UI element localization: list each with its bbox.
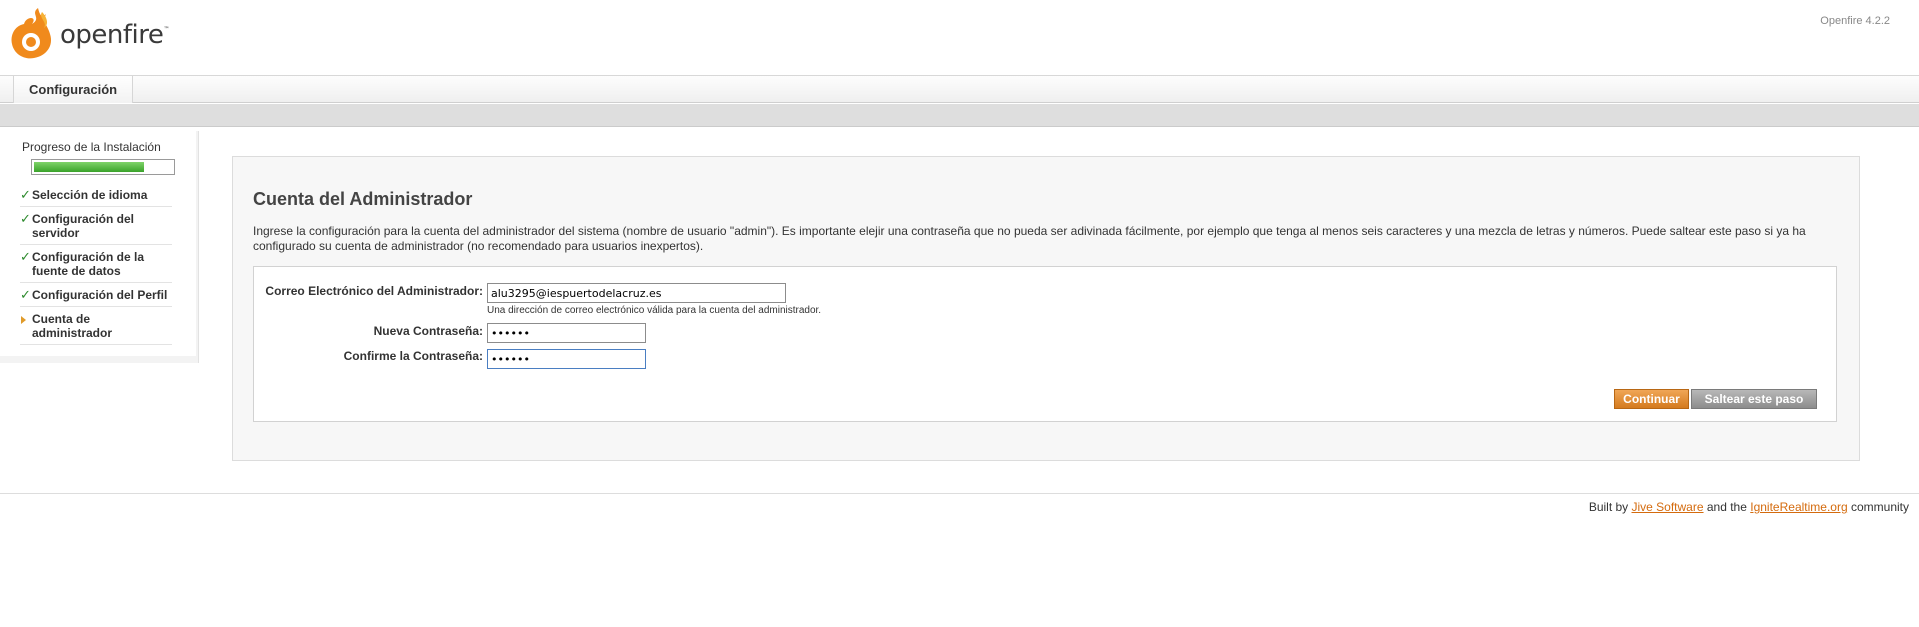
new-password-label: Nueva Contraseña: [373, 324, 483, 338]
check-icon: ✓ [20, 187, 31, 202]
step-admin-account: Cuenta de administrador [20, 307, 172, 345]
jive-software-link[interactable]: Jive Software [1632, 500, 1704, 514]
step-label: Configuración del Perfil [32, 288, 168, 302]
step-server: ✓ Configuración del servidor [20, 207, 172, 245]
openfire-flame-icon [11, 8, 52, 59]
step-profile: ✓ Configuración del Perfil [20, 283, 172, 307]
progress-title: Progreso de la Instalación [22, 140, 161, 154]
footer-suffix: community [1847, 500, 1909, 514]
check-icon: ✓ [20, 287, 31, 302]
version-label: Openfire 4.2.2 [1820, 15, 1890, 27]
check-icon: ✓ [20, 211, 31, 226]
check-icon: ✓ [20, 249, 31, 264]
footer-divider [0, 493, 1919, 494]
step-label: Configuración del servidor [32, 212, 134, 240]
sub-navigation-bar [0, 104, 1919, 127]
tab-configuracion[interactable]: Configuración [13, 76, 134, 103]
email-label: Correo Electrónico del Administrador: [265, 284, 483, 298]
sidebar-panel: Progreso de la Instalación ✓ Selección d… [0, 131, 196, 356]
current-step-arrow-icon [21, 316, 26, 324]
step-datasource: ✓ Configuración de la fuente de datos [20, 245, 172, 283]
page-title: Cuenta del Administrador [253, 189, 473, 209]
step-label: Selección de idioma [32, 188, 148, 202]
installation-steps: ✓ Selección de idioma ✓ Configuración de… [20, 183, 172, 345]
step-label: Cuenta de administrador [32, 312, 113, 340]
new-password-field[interactable] [487, 323, 646, 343]
step-label: Configuración de la fuente de datos [32, 250, 145, 278]
email-hint: Una dirección de correo electrónico váli… [487, 305, 822, 316]
progress-fill [34, 162, 145, 172]
confirm-password-field[interactable] [487, 349, 646, 369]
confirm-password-label: Confirme la Contraseña: [343, 349, 483, 363]
logo-text: openfire™ [60, 20, 169, 50]
step-language: ✓ Selección de idioma [20, 183, 172, 207]
footer: Built by Jive Software and the IgniteRea… [1589, 500, 1909, 514]
openfire-logo[interactable]: openfire™ [8, 6, 169, 60]
header: openfire™ Openfire 4.2.2 [0, 0, 1919, 75]
installation-progress-bar [31, 159, 175, 175]
page-description: Ingrese la configuración para la cuenta … [253, 224, 1806, 253]
tab-bar: Configuración [0, 75, 1919, 103]
admin-account-form: Correo Electrónico del Administrador: Un… [253, 266, 1837, 422]
sidebar: Progreso de la Instalación ✓ Selección d… [0, 131, 199, 363]
main-panel: Cuenta del Administrador Ingrese la conf… [232, 156, 1860, 461]
skip-step-button[interactable]: Saltear este paso [1691, 389, 1817, 409]
footer-prefix: Built by [1588, 500, 1632, 514]
footer-middle: and the [1703, 500, 1751, 514]
email-field[interactable] [487, 283, 786, 303]
continue-button[interactable]: Continuar [1614, 389, 1689, 409]
igniterealtime-link[interactable]: IgniteRealtime.org [1750, 500, 1847, 514]
